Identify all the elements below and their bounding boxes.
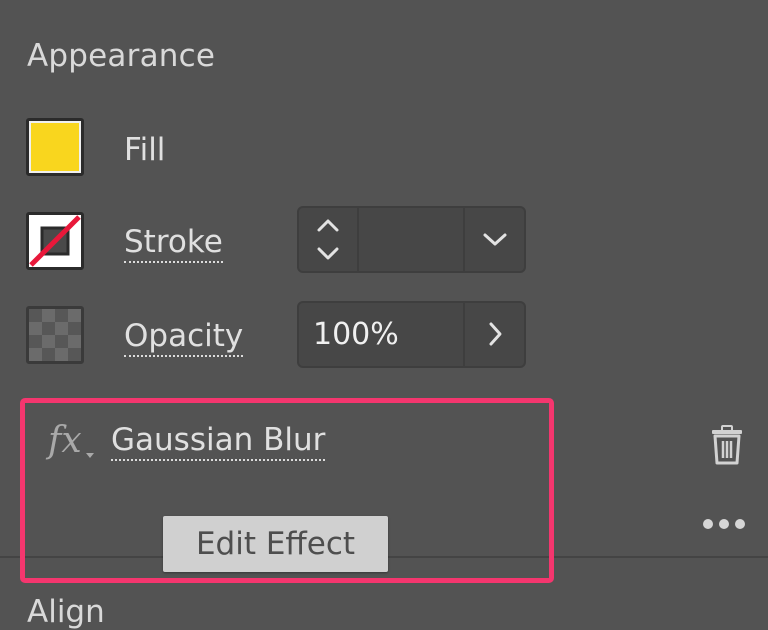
dot [703, 519, 713, 529]
fill-label: Fill [124, 132, 166, 168]
stepper-icon [317, 219, 339, 260]
chevron-right-icon [489, 322, 502, 346]
more-options-icon[interactable] [703, 519, 745, 529]
fx-caret-icon [86, 453, 94, 458]
checkerboard-icon [29, 309, 81, 361]
opacity-field[interactable]: 100% [297, 301, 526, 368]
opacity-swatch[interactable] [26, 306, 84, 364]
gaussian-blur-effect-link[interactable]: Gaussian Blur [111, 422, 326, 461]
trash-icon[interactable] [708, 425, 746, 469]
stroke-none-icon [29, 215, 81, 267]
stroke-weight-field[interactable] [297, 206, 526, 273]
fx-icon[interactable]: fx [48, 420, 82, 461]
stroke-stepper[interactable] [299, 208, 357, 271]
stroke-swatch[interactable] [26, 212, 84, 270]
opacity-value: 100% [313, 317, 399, 352]
chevron-down-icon [483, 233, 507, 246]
stroke-label[interactable]: Stroke [124, 224, 223, 263]
dot [735, 519, 745, 529]
opacity-input[interactable]: 100% [299, 303, 463, 366]
align-section-title[interactable]: Align [27, 594, 105, 630]
dot [719, 519, 729, 529]
edit-effect-tooltip: Edit Effect [163, 516, 388, 572]
opacity-label[interactable]: Opacity [124, 318, 244, 357]
opacity-expand-button[interactable] [463, 303, 526, 366]
stroke-weight-input[interactable] [357, 208, 465, 271]
fill-swatch[interactable] [26, 118, 84, 176]
panel-title: Appearance [27, 38, 216, 74]
stroke-weight-dropdown[interactable] [463, 208, 526, 271]
